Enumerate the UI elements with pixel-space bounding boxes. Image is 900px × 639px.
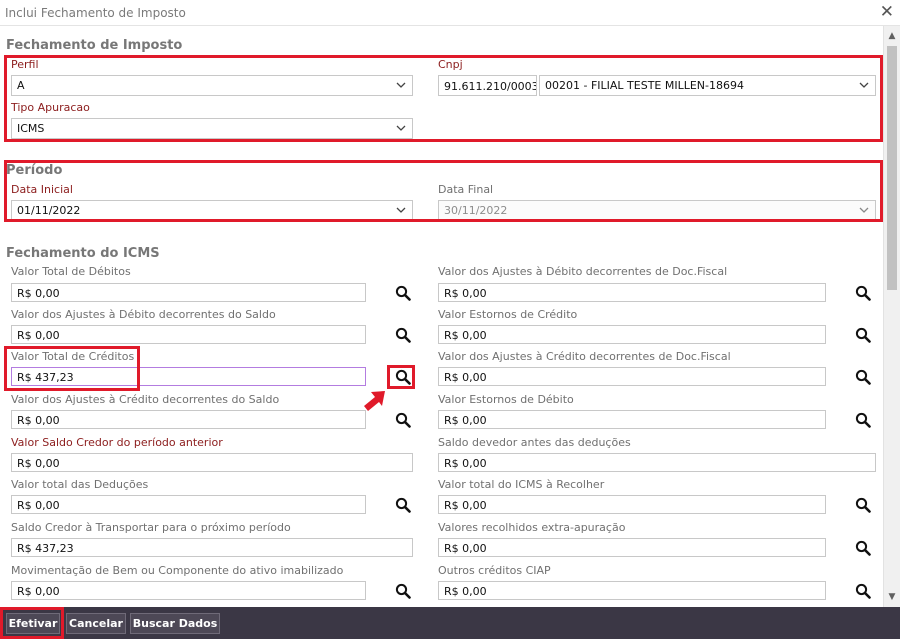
chevron-down-icon — [396, 82, 406, 88]
close-icon[interactable]: ✕ — [880, 3, 894, 21]
magnifier-icon[interactable] — [855, 583, 871, 599]
chevron-down-icon — [859, 207, 869, 213]
ajustes-debito-docfiscal-label: Valor dos Ajustes à Débito decorrentes d… — [438, 265, 728, 278]
data-final-select: 30/11/2022 — [438, 200, 876, 221]
data-final-label: Data Final — [438, 183, 494, 196]
section-title-fechamento-imposto: Fechamento de Imposto — [6, 38, 183, 53]
footer-toolbar: Efetivar Cancelar Buscar Dados — [0, 607, 900, 639]
vertical-scrollbar[interactable]: ▲ ▼ — [883, 26, 900, 607]
total-deducoes-label: Valor total das Deduções — [11, 478, 149, 491]
data-inicial-select[interactable]: 01/11/2022 — [11, 200, 413, 221]
magnifier-icon[interactable] — [855, 327, 871, 343]
estornos-debito-label: Valor Estornos de Débito — [438, 393, 574, 406]
saldo-credor-anterior-input[interactable]: R$ 0,00 — [11, 453, 413, 472]
cnpj-field[interactable]: 91.611.210/0003- — [438, 75, 537, 96]
magnifier-icon[interactable] — [395, 327, 411, 343]
ajustes-credito-docfiscal-input[interactable]: R$ 0,00 — [438, 367, 826, 386]
chevron-down-icon — [396, 125, 406, 131]
estornos-credito-label: Valor Estornos de Crédito — [438, 308, 578, 321]
chevron-down-icon — [859, 82, 869, 88]
saldo-devedor-label: Saldo devedor antes das deduções — [438, 436, 631, 449]
recolhidos-extra-label: Valores recolhidos extra-apuração — [438, 521, 626, 534]
data-inicial-label: Data Inicial — [11, 183, 73, 196]
section-title-fechamento-icms: Fechamento do ICMS — [6, 246, 160, 261]
scrollbar-thumb[interactable] — [887, 46, 897, 290]
title-bar: Inclui Fechamento de Imposto ✕ — [0, 0, 900, 26]
magnifier-icon[interactable] — [395, 412, 411, 428]
perfil-value: A — [17, 79, 25, 92]
saldo-credor-transportar-label: Saldo Credor à Transportar para o próxim… — [11, 521, 291, 534]
valor-total-creditos-input[interactable]: R$ 437,23 — [11, 367, 366, 386]
ajustes-debito-saldo-input[interactable]: R$ 0,00 — [11, 325, 366, 344]
section-title-periodo: Período — [6, 163, 63, 178]
saldo-devedor-input[interactable]: R$ 0,00 — [438, 453, 876, 472]
ajustes-credito-docfiscal-label: Valor dos Ajustes à Crédito decorrentes … — [438, 350, 731, 363]
filial-value: 00201 - FILIAL TESTE MILLEN-18694 — [545, 79, 744, 92]
saldo-credor-transportar-input[interactable]: R$ 437,23 — [11, 538, 413, 557]
recolhidos-extra-input[interactable]: R$ 0,00 — [438, 538, 826, 557]
icms-recolher-input[interactable]: R$ 0,00 — [438, 495, 826, 514]
window-title: Inclui Fechamento de Imposto — [5, 6, 186, 20]
magnifier-icon[interactable] — [395, 497, 411, 513]
efetivar-button[interactable]: Efetivar — [6, 613, 60, 634]
magnifier-icon[interactable] — [855, 285, 871, 301]
tipo-apuracao-select[interactable]: ICMS — [11, 118, 413, 139]
ajustes-credito-saldo-label: Valor dos Ajustes à Crédito decorrentes … — [11, 393, 280, 406]
cancelar-button[interactable]: Cancelar — [66, 613, 126, 634]
red-arrow-icon — [364, 391, 385, 411]
tipo-apuracao-label: Tipo Apuracao — [11, 101, 90, 114]
estornos-debito-input[interactable]: R$ 0,00 — [438, 410, 826, 429]
magnifier-icon[interactable] — [395, 583, 411, 599]
movimentacao-ativo-input[interactable]: R$ 0,00 — [11, 581, 366, 600]
saldo-credor-anterior-label: Valor Saldo Credor do período anterior — [11, 436, 223, 449]
outros-creditos-ciap-label: Outros créditos CIAP — [438, 564, 551, 577]
chevron-down-icon — [396, 207, 406, 213]
estornos-credito-input[interactable]: R$ 0,00 — [438, 325, 826, 344]
magnifier-icon[interactable] — [855, 369, 871, 385]
data-final-value: 30/11/2022 — [444, 204, 508, 217]
magnifier-icon[interactable] — [395, 369, 411, 385]
perfil-label: Perfil — [11, 58, 39, 71]
data-inicial-value: 01/11/2022 — [17, 204, 81, 217]
ajustes-debito-saldo-label: Valor dos Ajustes à Débito decorrentes d… — [11, 308, 276, 321]
magnifier-icon[interactable] — [855, 412, 871, 428]
magnifier-icon[interactable] — [855, 540, 871, 556]
valor-total-debitos-label: Valor Total de Débitos — [11, 265, 131, 278]
cnpj-label: Cnpj — [438, 58, 463, 71]
total-deducoes-input[interactable]: R$ 0,00 — [11, 495, 366, 514]
ajustes-credito-saldo-input[interactable]: R$ 0,00 — [11, 410, 366, 429]
scroll-down-icon[interactable]: ▼ — [884, 589, 900, 605]
magnifier-icon[interactable] — [855, 497, 871, 513]
outros-creditos-ciap-input[interactable]: R$ 0,00 — [438, 581, 826, 600]
scroll-up-icon[interactable]: ▲ — [884, 28, 900, 44]
icms-recolher-label: Valor total do ICMS à Recolher — [438, 478, 605, 491]
perfil-select[interactable]: A — [11, 75, 413, 96]
magnifier-icon[interactable] — [395, 285, 411, 301]
buscar-dados-button[interactable]: Buscar Dados — [130, 613, 220, 634]
movimentacao-ativo-label: Movimentação de Bem ou Componente do ati… — [11, 564, 344, 577]
valor-total-creditos-label: Valor Total de Créditos — [11, 350, 135, 363]
valor-total-debitos-input[interactable]: R$ 0,00 — [11, 283, 366, 302]
ajustes-debito-docfiscal-input[interactable]: R$ 0,00 — [438, 283, 826, 302]
filial-select[interactable]: 00201 - FILIAL TESTE MILLEN-18694 — [539, 75, 876, 96]
tipo-apuracao-value: ICMS — [17, 122, 45, 135]
